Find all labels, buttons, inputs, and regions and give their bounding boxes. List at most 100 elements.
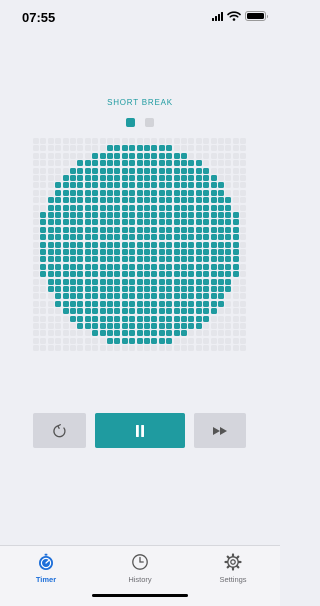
grid-cell xyxy=(151,234,158,241)
grid-cell xyxy=(70,308,76,315)
grid-cell xyxy=(47,263,54,270)
grid-cell xyxy=(166,234,173,241)
pause-button[interactable] xyxy=(95,413,185,448)
grid-cell xyxy=(181,160,187,167)
tab-settings[interactable]: Settings xyxy=(193,553,273,584)
grid-cell xyxy=(203,271,210,278)
grid-cell xyxy=(136,152,143,159)
grid-cell xyxy=(210,204,217,211)
grid-cell xyxy=(99,323,106,329)
grid-cell xyxy=(99,330,106,337)
grid-cell xyxy=(70,323,76,329)
grid-cell xyxy=(218,167,224,174)
grid-cell xyxy=(240,204,247,211)
grid-cell xyxy=(121,226,128,233)
grid-cell xyxy=(70,204,76,211)
grid-cell xyxy=(195,315,202,322)
grid-cell xyxy=(240,345,247,352)
grid-cell xyxy=(92,271,99,278)
grid-cell xyxy=(232,337,239,344)
grid-cell xyxy=(77,234,84,241)
grid-cell xyxy=(166,226,173,233)
grid-cell xyxy=(225,308,232,315)
grid-cell xyxy=(240,241,247,248)
skip-button[interactable] xyxy=(194,413,246,448)
grid-cell xyxy=(158,308,165,315)
grid-cell xyxy=(195,345,202,352)
grid-cell xyxy=(136,300,143,307)
grid-cell xyxy=(166,271,173,278)
grid-cell xyxy=(47,175,54,181)
grid-cell xyxy=(129,226,136,233)
grid-cell xyxy=(188,293,195,300)
grid-cell xyxy=(151,160,158,167)
grid-cell xyxy=(84,256,91,263)
grid-cell xyxy=(188,271,195,278)
grid-cell xyxy=(218,219,224,226)
grid-cell xyxy=(121,315,128,322)
grid-cell xyxy=(114,234,121,241)
grid-cell xyxy=(225,263,232,270)
grid-cell xyxy=(40,152,47,159)
grid-cell xyxy=(77,204,84,211)
grid-cell xyxy=(55,300,62,307)
grid-cell xyxy=(129,323,136,329)
grid-cell xyxy=(33,138,39,144)
reset-button[interactable] xyxy=(33,413,86,448)
grid-cell xyxy=(203,263,210,270)
grid-cell xyxy=(70,182,76,189)
grid-cell xyxy=(151,145,158,152)
grid-cell xyxy=(33,330,39,337)
tab-timer[interactable]: Timer xyxy=(6,553,86,584)
grid-cell xyxy=(70,219,76,226)
grid-cell xyxy=(84,226,91,233)
grid-cell xyxy=(151,337,158,344)
grid-cell xyxy=(173,234,180,241)
grid-cell xyxy=(33,345,39,352)
grid-cell xyxy=(107,278,113,285)
grid-cell xyxy=(181,315,187,322)
grid-cell xyxy=(114,308,121,315)
grid-cell xyxy=(232,152,239,159)
grid-cell xyxy=(129,145,136,152)
grid-cell xyxy=(144,293,150,300)
timer-controls xyxy=(33,413,246,448)
grid-cell xyxy=(47,145,54,152)
grid-cell xyxy=(114,278,121,285)
grid-cell xyxy=(188,145,195,152)
grid-cell xyxy=(92,189,99,196)
grid-cell xyxy=(55,278,62,285)
grid-cell xyxy=(136,212,143,218)
grid-cell xyxy=(107,167,113,174)
grid-cell xyxy=(232,330,239,337)
grid-cell xyxy=(203,145,210,152)
grid-cell xyxy=(166,241,173,248)
grid-cell xyxy=(240,226,247,233)
grid-cell xyxy=(114,263,121,270)
tab-history[interactable]: History xyxy=(100,553,180,584)
grid-cell xyxy=(166,160,173,167)
grid-cell xyxy=(144,300,150,307)
grid-cell xyxy=(203,189,210,196)
grid-cell xyxy=(166,345,173,352)
grid-cell xyxy=(210,152,217,159)
grid-cell xyxy=(173,300,180,307)
grid-cell xyxy=(166,323,173,329)
grid-cell xyxy=(121,249,128,255)
grid-cell xyxy=(114,293,121,300)
grid-cell xyxy=(136,278,143,285)
grid-cell xyxy=(55,145,62,152)
grid-cell xyxy=(62,337,69,344)
grid-cell xyxy=(114,204,121,211)
grid-cell xyxy=(151,345,158,352)
grid-cell xyxy=(84,241,91,248)
grid-cell xyxy=(70,293,76,300)
grid-cell xyxy=(195,175,202,181)
grid-cell xyxy=(203,219,210,226)
grid-cell xyxy=(55,286,62,292)
grid-cell xyxy=(225,337,232,344)
grid-cell xyxy=(62,300,69,307)
grid-cell xyxy=(225,345,232,352)
grid-cell xyxy=(232,182,239,189)
grid-cell xyxy=(144,167,150,174)
